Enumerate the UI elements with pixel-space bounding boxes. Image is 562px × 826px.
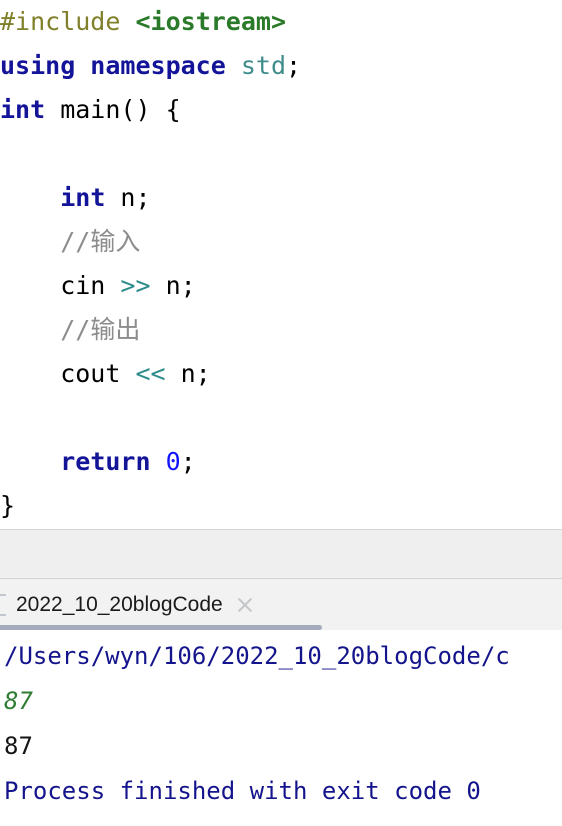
line-blank-1 bbox=[0, 132, 562, 176]
ide-window: #include <iostream> using namespace std; i… bbox=[0, 0, 562, 826]
tab-bracket-icon bbox=[0, 593, 6, 616]
line-comment-input: //输入 bbox=[0, 220, 562, 264]
line-include: #include <iostream> bbox=[0, 0, 562, 44]
code-token: #include bbox=[0, 7, 121, 36]
code-token: //输入 bbox=[60, 227, 141, 256]
run-tab-bar: 2022_10_20blogCode bbox=[0, 579, 562, 630]
panel-splitter-toolbar[interactable] bbox=[0, 529, 562, 579]
code-token: n; bbox=[150, 271, 196, 300]
code-token: main() { bbox=[45, 95, 181, 124]
code-token: int bbox=[0, 95, 46, 124]
code-token: int bbox=[60, 183, 106, 212]
run-tab-2022_10_20blogCode[interactable]: 2022_10_20blogCode bbox=[0, 579, 269, 630]
code-token: << bbox=[135, 359, 166, 388]
line-cout: cout << n; bbox=[0, 352, 562, 396]
console-output[interactable]: /Users/wyn/106/2022_10_20blogCode/c 87 87 P… bbox=[0, 630, 562, 826]
code-token: ; bbox=[180, 447, 196, 476]
code-token: return bbox=[60, 447, 151, 476]
run-tool-window: 2022_10_20blogCode /Users/wyn/106/2022_1… bbox=[0, 579, 562, 826]
line-blank-2 bbox=[0, 396, 562, 440]
line-using: using namespace std; bbox=[0, 44, 562, 88]
active-tab-underline bbox=[0, 625, 322, 630]
run-tab-label: 2022_10_20blogCode bbox=[16, 592, 223, 616]
code-token: >> bbox=[120, 271, 151, 300]
code-token: using namespace bbox=[0, 51, 226, 80]
close-icon[interactable] bbox=[235, 595, 255, 615]
code-token: <iostream> bbox=[135, 7, 286, 36]
code-editor[interactable]: #include <iostream> using namespace std; i… bbox=[0, 0, 562, 529]
line-comment-output: //输出 bbox=[0, 308, 562, 352]
line-cin: cin >> n; bbox=[0, 264, 562, 308]
code-token: n; bbox=[105, 183, 151, 212]
line-close-brace: } bbox=[0, 484, 562, 528]
code-token: ; bbox=[286, 51, 302, 80]
code-token: 0 bbox=[165, 447, 181, 476]
console-command-path: /Users/wyn/106/2022_10_20blogCode/c bbox=[4, 642, 510, 670]
line-return: return 0; bbox=[0, 440, 562, 484]
console-exit-status: Process finished with exit code 0 bbox=[4, 777, 481, 805]
code-token: } bbox=[0, 491, 16, 520]
code-token: cout bbox=[0, 359, 136, 388]
line-main: int main() { bbox=[0, 88, 562, 132]
code-token: n; bbox=[165, 359, 211, 388]
console-user-input: 87 bbox=[4, 687, 33, 715]
code-token: std bbox=[240, 51, 286, 80]
code-token: cin bbox=[0, 271, 121, 300]
line-decl-n: int n; bbox=[0, 176, 562, 220]
code-token: //输出 bbox=[60, 315, 141, 344]
console-program-output: 87 bbox=[4, 732, 33, 760]
